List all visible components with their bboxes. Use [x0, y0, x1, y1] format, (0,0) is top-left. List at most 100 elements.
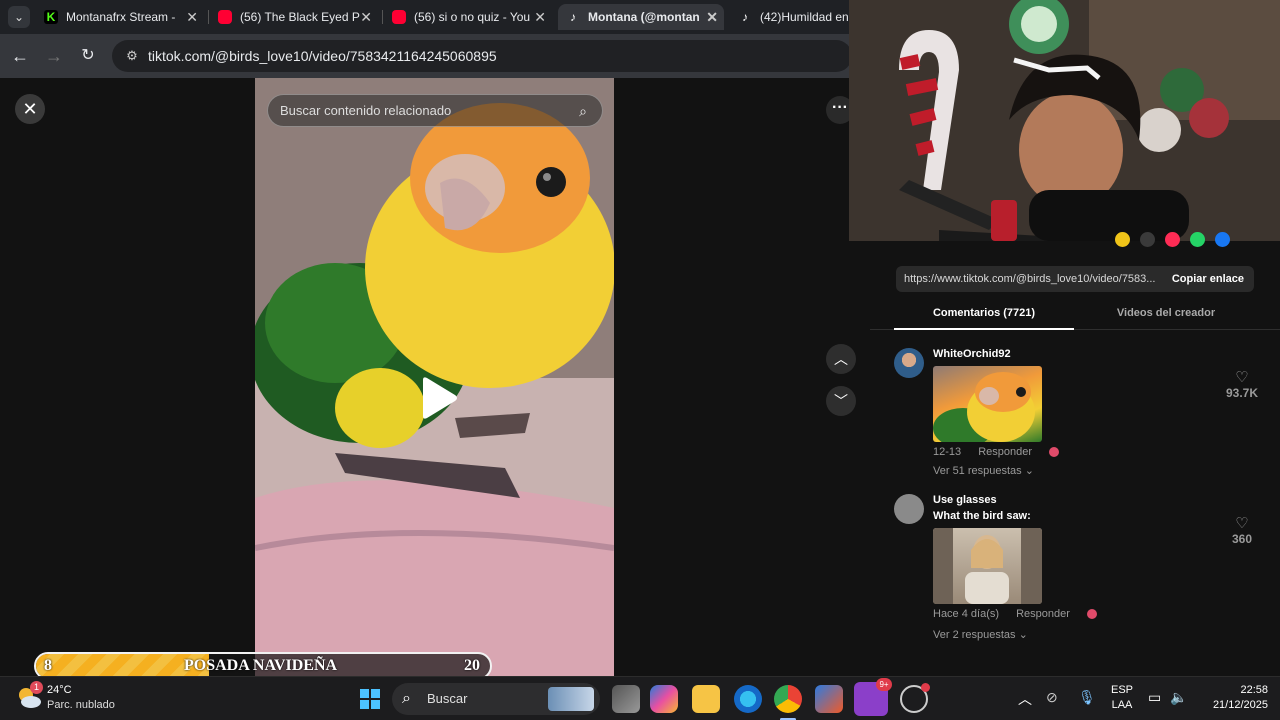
- microsoft-store-icon[interactable]: [815, 685, 843, 713]
- weather-text[interactable]: Parc. nublado: [47, 699, 115, 711]
- reply-button[interactable]: Responder: [978, 446, 1032, 458]
- no-camera-icon[interactable]: ⊘: [1046, 689, 1058, 706]
- obs-icon[interactable]: [900, 683, 930, 713]
- comment-meta: Hace 4 día(s) Responder: [933, 608, 1111, 620]
- windows-logo: [360, 689, 380, 709]
- heart-icon[interactable]: ♡: [1224, 370, 1260, 386]
- tiktok-icon: ♪: [570, 10, 576, 24]
- related-search-box[interactable]: ⌕: [267, 94, 603, 127]
- tab-si-o-no-quiz[interactable]: (56) si o no quiz - You ✕: [384, 4, 552, 30]
- send-to-friends-icon[interactable]: [1165, 232, 1180, 247]
- clock-time[interactable]: 22:58: [1200, 684, 1268, 696]
- close-tab-icon[interactable]: ✕: [534, 4, 546, 30]
- creator-liked-icon: [1049, 447, 1060, 458]
- tab-montana-tiktok[interactable]: ♪ Montana (@montan ✕: [558, 4, 724, 30]
- comment-item: WhiteOrchid92 12-13 Responder Ver 51 res…: [870, 348, 1280, 480]
- search-label: Buscar: [427, 691, 468, 706]
- comment-image[interactable]: [933, 528, 1042, 604]
- tiktok-icon: ♪: [742, 10, 748, 24]
- share-link-box: https://www.tiktok.com/@birds_love10/vid…: [896, 266, 1254, 292]
- whatsapp-icon[interactable]: [1190, 232, 1205, 247]
- site-settings-icon[interactable]: ⚙: [122, 46, 142, 66]
- close-tab-icon[interactable]: ✕: [360, 4, 372, 30]
- temperature-text[interactable]: 24°C: [47, 684, 72, 696]
- url-text[interactable]: tiktok.com/@birds_love10/video/758342116…: [148, 40, 497, 72]
- reload-icon[interactable]: ↻: [76, 44, 100, 68]
- tray-overflow-chevron-icon[interactable]: ︿: [1018, 689, 1032, 709]
- network-icon[interactable]: ▭: [1148, 689, 1161, 706]
- edge-icon[interactable]: [734, 685, 762, 713]
- tab-divider: [208, 10, 209, 24]
- parrot-thumbnail: [933, 372, 1035, 442]
- windows-taskbar: 1 24°C Parc. nublado ⌕ Buscar 9+ ︿ ⊘ 🎙 E…: [0, 676, 1280, 720]
- volume-icon[interactable]: 🔈: [1170, 689, 1187, 706]
- woman-thumbnail: [933, 528, 1042, 604]
- copilot-icon[interactable]: [650, 685, 678, 713]
- address-bar[interactable]: ⚙ tiktok.com/@birds_love10/video/7583421…: [112, 40, 852, 72]
- progress-current: 8: [44, 657, 52, 674]
- discord-icon[interactable]: 9+: [854, 678, 892, 716]
- tab-humildad[interactable]: ♪ (42)Humildad en e: [730, 4, 850, 30]
- file-explorer-icon[interactable]: [692, 685, 720, 713]
- search-icon[interactable]: ⌕: [574, 102, 592, 120]
- reply-button[interactable]: Responder: [1016, 608, 1070, 620]
- chrome-icon[interactable]: [774, 685, 802, 713]
- task-view-icon[interactable]: [612, 685, 640, 713]
- avatar[interactable]: [894, 348, 924, 378]
- windows-start-icon[interactable]: [356, 685, 384, 713]
- tab-title: (56) The Black Eyed P: [240, 10, 360, 24]
- comment-username[interactable]: Use glasses: [933, 494, 997, 506]
- tab-montanafrx-stream[interactable]: K Montanafrx Stream - ✕: [36, 4, 204, 30]
- tab-title: (56) si o no quiz - You: [414, 10, 531, 24]
- recording-dot-icon: [921, 683, 930, 692]
- youtube-icon: [392, 10, 406, 24]
- view-replies-button[interactable]: Ver 2 respuestas ⌄: [933, 628, 1028, 641]
- view-replies-button[interactable]: Ver 51 respuestas ⌄: [933, 464, 1034, 477]
- tab-comments[interactable]: Comentarios (7721): [894, 300, 1074, 330]
- emoji-share-icon[interactable]: [1115, 232, 1130, 247]
- comment-item: Use glasses What the bird saw: Hace 4 dí…: [870, 494, 1280, 644]
- back-icon[interactable]: ←: [8, 44, 32, 68]
- weather-widget-icon[interactable]: 1: [16, 681, 43, 711]
- tab-creator-videos[interactable]: Videos del creador: [1076, 300, 1256, 330]
- previous-video-icon[interactable]: ︿: [826, 344, 856, 374]
- heart-icon[interactable]: ♡: [1224, 516, 1260, 532]
- related-search-input[interactable]: [280, 95, 570, 126]
- video-player[interactable]: ⌕: [255, 78, 614, 676]
- next-video-icon[interactable]: ﹀: [826, 386, 856, 416]
- copy-link-button[interactable]: Copiar enlace: [1172, 266, 1244, 292]
- comment-date: 12-13: [933, 446, 962, 458]
- language-text[interactable]: ESP: [1108, 684, 1136, 696]
- discord-badge: 9+: [876, 678, 892, 691]
- close-tab-icon[interactable]: ✕: [186, 4, 198, 30]
- panel-tabs: Comentarios (7721) Videos del creador: [870, 300, 1280, 330]
- avatar[interactable]: [894, 494, 924, 524]
- screen: ⌄ K Montanafrx Stream - ✕ (56) The Black…: [0, 0, 1280, 720]
- share-icons: [1115, 232, 1230, 247]
- clock-date[interactable]: 21/12/2025: [1198, 699, 1268, 711]
- tab-title: Montana (@montan: [588, 10, 700, 24]
- keyboard-layout-text[interactable]: LAA: [1108, 699, 1136, 711]
- progress-title: POSADA NAVIDEÑA: [184, 657, 338, 674]
- facebook-icon[interactable]: [1215, 232, 1230, 247]
- progress-goal: 20: [464, 657, 480, 674]
- kick-icon: K: [44, 10, 58, 24]
- comment-text: What the bird saw:: [933, 510, 1031, 522]
- comment-like[interactable]: ♡ 360: [1224, 516, 1260, 547]
- taskbar-search[interactable]: ⌕ Buscar: [392, 683, 600, 715]
- tab-black-eyed-peas[interactable]: (56) The Black Eyed P ✕: [210, 4, 378, 30]
- play-icon[interactable]: [415, 376, 459, 420]
- embed-icon[interactable]: [1140, 232, 1155, 247]
- comment-username[interactable]: WhiteOrchid92: [933, 348, 1011, 360]
- close-tab-icon[interactable]: ✕: [706, 4, 718, 30]
- tab-search-chevron-icon[interactable]: ⌄: [8, 6, 30, 28]
- search-icon: ⌕: [402, 690, 411, 707]
- close-video-icon[interactable]: ✕: [15, 94, 45, 124]
- share-link-text[interactable]: https://www.tiktok.com/@birds_love10/vid…: [904, 266, 1164, 292]
- comment-image[interactable]: [933, 366, 1042, 442]
- weather-badge: 1: [30, 681, 43, 694]
- comment-like[interactable]: ♡ 93.7K: [1224, 370, 1260, 401]
- webcam-overlay: [849, 0, 1280, 241]
- forward-icon[interactable]: →: [42, 44, 66, 68]
- microphone-icon[interactable]: 🎙: [1078, 689, 1096, 706]
